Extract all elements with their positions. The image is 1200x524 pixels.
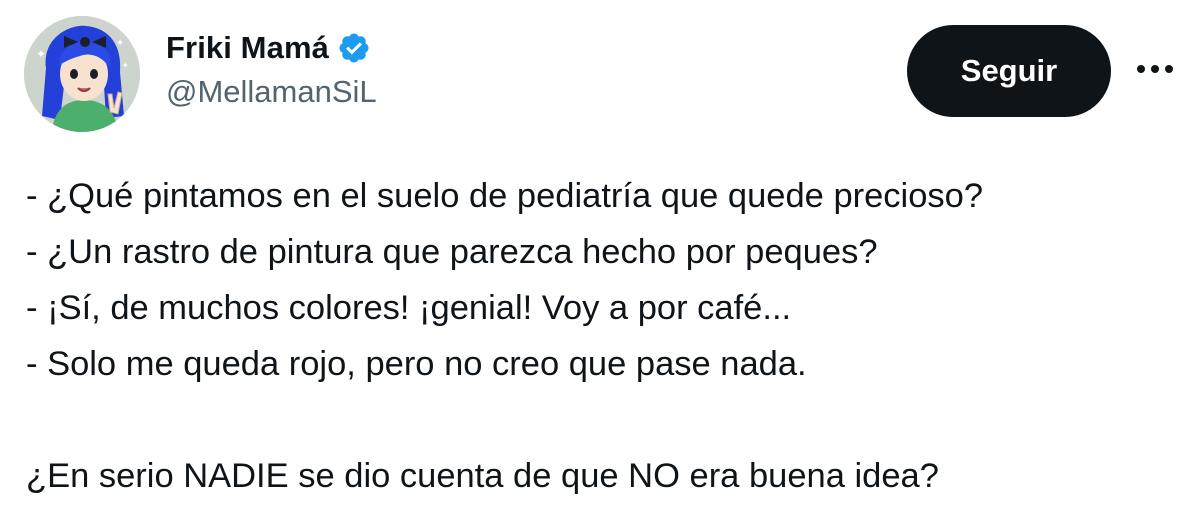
tweet: ✦ ✦ ✦ Friki Mamá @MellamanSiL Seguir - ¿… xyxy=(0,0,1200,524)
avatar[interactable]: ✦ ✦ ✦ xyxy=(24,16,140,132)
author-info: Friki Mamá @MellamanSiL xyxy=(166,26,377,110)
ellipsis-icon xyxy=(1137,65,1173,73)
author-handle[interactable]: @MellamanSiL xyxy=(166,74,377,110)
tweet-text: - ¿Qué pintamos en el suelo de pediatría… xyxy=(26,168,1186,504)
name-row: Friki Mamá xyxy=(166,26,377,70)
verified-badge-icon[interactable] xyxy=(337,31,371,65)
svg-text:✦: ✦ xyxy=(122,61,129,70)
more-options-button[interactable] xyxy=(1132,54,1178,84)
tweet-line: - ¡Sí, de muchos colores! ¡genial! Voy a… xyxy=(26,289,792,327)
tweet-closing-line: ¿En serio NADIE se dio cuenta de que NO … xyxy=(26,457,939,495)
avatar-image: ✦ ✦ ✦ xyxy=(24,16,140,132)
svg-text:✦: ✦ xyxy=(116,38,124,49)
tweet-line: - Solo me queda rojo, pero no creo que p… xyxy=(26,345,807,383)
tweet-line: - ¿Un rastro de pintura que parezca hech… xyxy=(26,233,878,271)
tweet-header: ✦ ✦ ✦ Friki Mamá @MellamanSiL Seguir xyxy=(24,16,1184,136)
display-name[interactable]: Friki Mamá xyxy=(166,30,329,66)
follow-button[interactable]: Seguir xyxy=(907,25,1111,117)
svg-text:✦: ✦ xyxy=(36,47,46,61)
tweet-line: - ¿Qué pintamos en el suelo de pediatría… xyxy=(26,177,984,215)
